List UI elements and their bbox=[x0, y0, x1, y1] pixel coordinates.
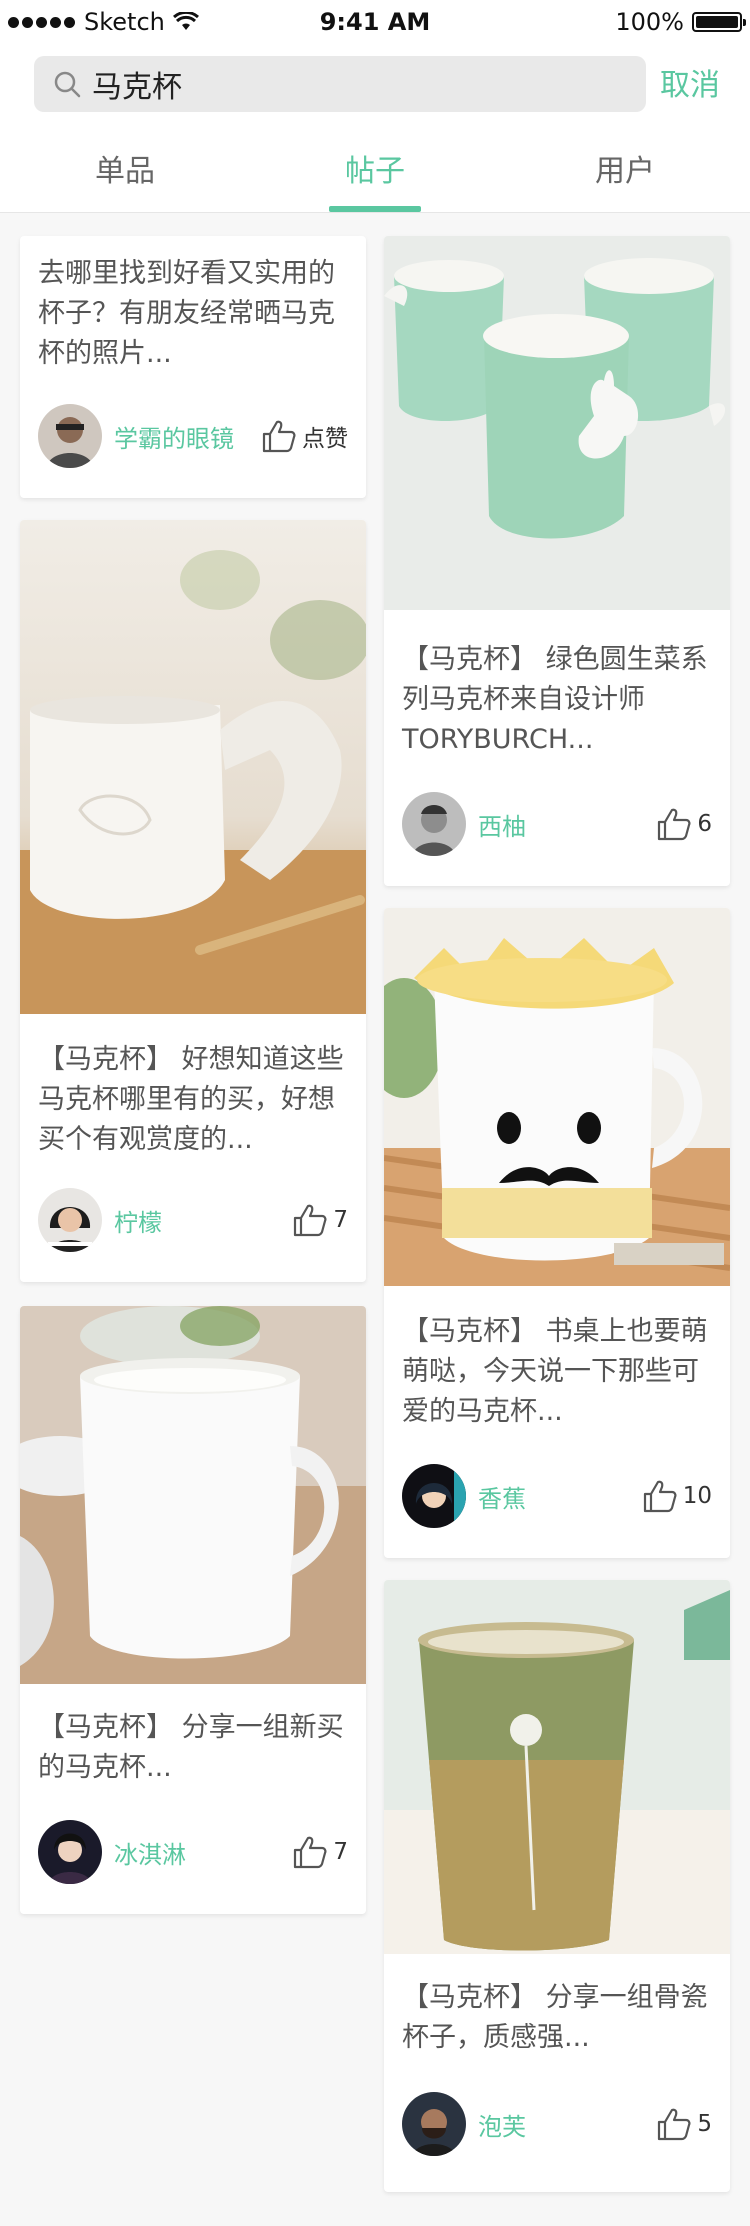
like-count: 6 bbox=[697, 811, 712, 837]
like-count: 7 bbox=[333, 1207, 348, 1233]
post-title: 【马克杯】 绿色圆生菜系列马克杯来自设计师TORYBURCH... bbox=[402, 644, 708, 755]
post-footer: 冰淇淋 7 bbox=[38, 1820, 348, 1884]
top-bar: Sketch 9:41 AM 100% 取消 单品 帖子 用户 bbox=[0, 0, 750, 213]
post-image bbox=[384, 236, 730, 610]
thumbs-up-icon bbox=[294, 1836, 327, 1869]
like-count: 5 bbox=[697, 2111, 712, 2137]
post-card[interactable]: 去哪里找到好看又实用的杯子？有朋友经常晒马克杯的照片... 学霸的眼镜 点赞 bbox=[20, 236, 366, 498]
thumbs-up-icon bbox=[262, 420, 296, 453]
post-footer: 西柚 6 bbox=[402, 792, 712, 856]
like-button[interactable]: 5 bbox=[655, 2105, 712, 2143]
status-bar: Sketch 9:41 AM 100% bbox=[0, 0, 750, 44]
tab-items[interactable]: 单品 bbox=[0, 150, 250, 212]
active-tab-indicator bbox=[329, 206, 421, 212]
tab-posts[interactable]: 帖子 bbox=[250, 150, 500, 212]
post-footer: 学霸的眼镜 点赞 bbox=[38, 404, 348, 468]
post-title: 【马克杯】 分享一组骨瓷杯子，质感强... bbox=[402, 1982, 708, 2053]
like-button[interactable]: 7 bbox=[291, 1201, 348, 1239]
post-title: 【马克杯】 书桌上也要萌萌哒，今天说一下那些可爱的马克杯... bbox=[402, 1316, 708, 1427]
battery-percent: 100% bbox=[615, 8, 684, 36]
status-right: 100% bbox=[615, 8, 746, 36]
search-icon bbox=[54, 71, 81, 98]
thumbs-up-icon bbox=[643, 1480, 677, 1513]
post-footer: 泡芙 5 bbox=[402, 2092, 712, 2156]
post-title: 【马克杯】 分享一组新买的马克杯... bbox=[38, 1712, 344, 1783]
post-image bbox=[384, 908, 730, 1286]
battery-icon bbox=[692, 12, 746, 32]
post-image bbox=[384, 1580, 730, 1954]
avatar[interactable] bbox=[38, 1820, 102, 1884]
like-count: 点赞 bbox=[302, 426, 348, 452]
search-box[interactable] bbox=[34, 56, 646, 112]
post-title: 【马克杯】 好想知道这些马克杯哪里有的买，好想买个有观赏度的... bbox=[38, 1044, 344, 1155]
tab-users-label: 用户 bbox=[595, 154, 655, 189]
like-button[interactable]: 6 bbox=[655, 805, 712, 843]
username[interactable]: 学霸的眼镜 bbox=[114, 419, 260, 454]
like-button[interactable]: 点赞 bbox=[260, 417, 348, 455]
post-card[interactable]: 【马克杯】 分享一组新买的马克杯... 冰淇淋 7 bbox=[20, 1306, 366, 1914]
tab-users[interactable]: 用户 bbox=[500, 150, 750, 212]
username[interactable]: 西柚 bbox=[478, 807, 655, 842]
avatar[interactable] bbox=[38, 1188, 102, 1252]
like-count: 10 bbox=[682, 1483, 712, 1509]
post-title: 去哪里找到好看又实用的杯子？有朋友经常晒马克杯的照片... bbox=[38, 258, 335, 369]
avatar[interactable] bbox=[402, 2092, 466, 2156]
post-image bbox=[20, 520, 366, 1014]
username[interactable]: 冰淇淋 bbox=[114, 1835, 291, 1870]
like-button[interactable]: 7 bbox=[291, 1833, 348, 1871]
avatar[interactable] bbox=[402, 792, 466, 856]
avatar[interactable] bbox=[38, 404, 102, 468]
thumbs-up-icon bbox=[294, 1204, 327, 1237]
post-footer: 香蕉 10 bbox=[402, 1464, 712, 1528]
post-image bbox=[20, 1306, 366, 1684]
post-card[interactable]: 【马克杯】 绿色圆生菜系列马克杯来自设计师TORYBURCH... 西柚 6 bbox=[384, 236, 730, 886]
username[interactable]: 柠檬 bbox=[114, 1203, 291, 1238]
like-button[interactable]: 10 bbox=[641, 1477, 712, 1515]
username[interactable]: 香蕉 bbox=[478, 1479, 641, 1514]
like-count: 7 bbox=[333, 1839, 348, 1865]
thumbs-up-icon bbox=[658, 2108, 691, 2141]
cancel-button[interactable]: 取消 bbox=[660, 60, 720, 104]
post-card[interactable]: 【马克杯】 书桌上也要萌萌哒，今天说一下那些可爱的马克杯... 香蕉 10 bbox=[384, 908, 730, 1558]
tab-items-label: 单品 bbox=[95, 154, 155, 189]
thumbs-up-icon bbox=[658, 808, 691, 841]
post-card[interactable]: 【马克杯】 好想知道这些马克杯哪里有的买，好想买个有观赏度的... 柠檬 7 bbox=[20, 520, 366, 1282]
username[interactable]: 泡芙 bbox=[478, 2107, 655, 2142]
post-footer: 柠檬 7 bbox=[38, 1188, 348, 1252]
search-input[interactable] bbox=[92, 66, 612, 102]
tab-bar: 单品 帖子 用户 bbox=[0, 150, 750, 212]
avatar[interactable] bbox=[402, 1464, 466, 1528]
post-card[interactable]: 【马克杯】 分享一组骨瓷杯子，质感强... 泡芙 5 bbox=[384, 1580, 730, 2192]
tab-posts-label: 帖子 bbox=[345, 154, 405, 189]
